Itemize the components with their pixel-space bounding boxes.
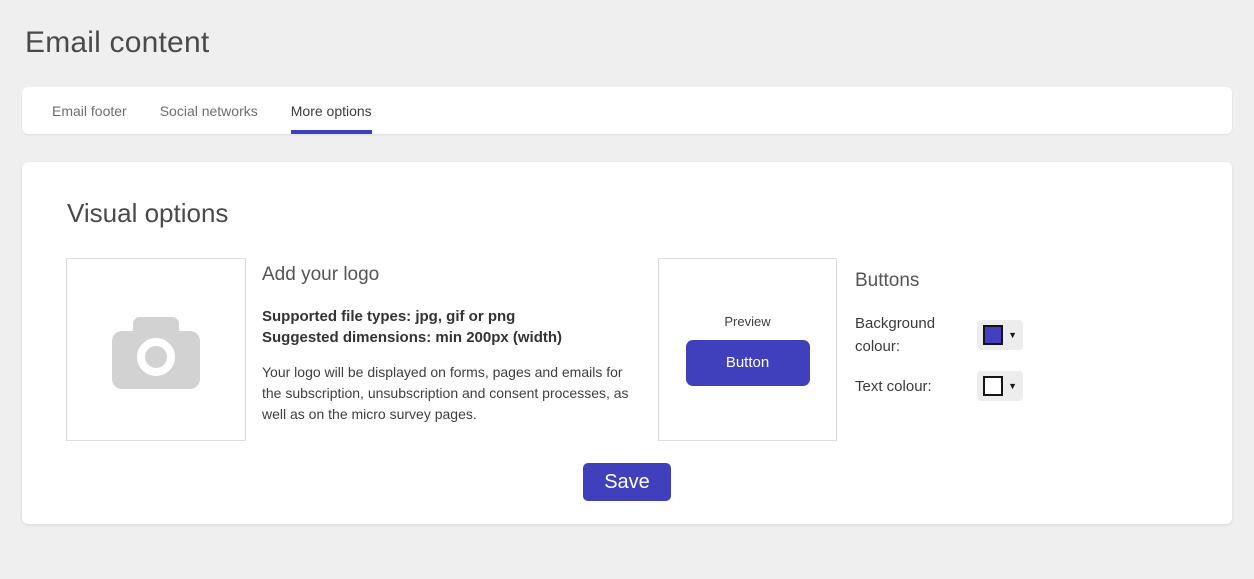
chevron-down-icon: ▼ xyxy=(1008,382,1017,391)
text-colour-picker[interactable]: ▼ xyxy=(977,371,1023,401)
background-colour-swatch xyxy=(983,325,1003,345)
logo-upload-area[interactable] xyxy=(66,258,246,441)
background-colour-picker[interactable]: ▼ xyxy=(977,320,1023,350)
camera-icon xyxy=(108,311,204,389)
save-row: Save xyxy=(44,463,1210,501)
visual-options-card: Visual options Add your logo Supported f… xyxy=(22,162,1232,524)
chevron-down-icon: ▼ xyxy=(1008,331,1017,340)
buttons-column: Buttons Background colour: ▼ Text colour… xyxy=(855,258,1023,441)
buttons-heading: Buttons xyxy=(855,270,1023,292)
logo-suggested-dimensions: Suggested dimensions: min 200px (width) xyxy=(262,327,638,348)
preview-label: Preview xyxy=(724,314,770,329)
logo-description: Your logo will be displayed on forms, pa… xyxy=(262,362,638,425)
button-preview-box: Preview Button xyxy=(658,258,837,441)
preview-button: Button xyxy=(686,340,810,386)
section-title: Visual options xyxy=(67,198,1210,229)
tab-bar: Email footer Social networks More option… xyxy=(22,87,1232,134)
page-title: Email content xyxy=(25,26,1254,60)
options-row: Add your logo Supported file types: jpg,… xyxy=(66,258,1210,441)
background-colour-row: Background colour: ▼ xyxy=(855,312,1023,358)
text-colour-label: Text colour: xyxy=(855,375,967,398)
tab-social-networks[interactable]: Social networks xyxy=(160,87,258,134)
logo-supported-types: Supported file types: jpg, gif or png xyxy=(262,306,638,327)
save-button[interactable]: Save xyxy=(583,463,671,501)
logo-text-column: Add your logo Supported file types: jpg,… xyxy=(262,258,638,441)
text-colour-swatch xyxy=(983,376,1003,396)
tab-more-options[interactable]: More options xyxy=(291,87,372,134)
tab-email-footer[interactable]: Email footer xyxy=(52,87,127,134)
text-colour-row: Text colour: ▼ xyxy=(855,371,1023,401)
logo-heading: Add your logo xyxy=(262,264,638,286)
background-colour-label: Background colour: xyxy=(855,312,967,358)
